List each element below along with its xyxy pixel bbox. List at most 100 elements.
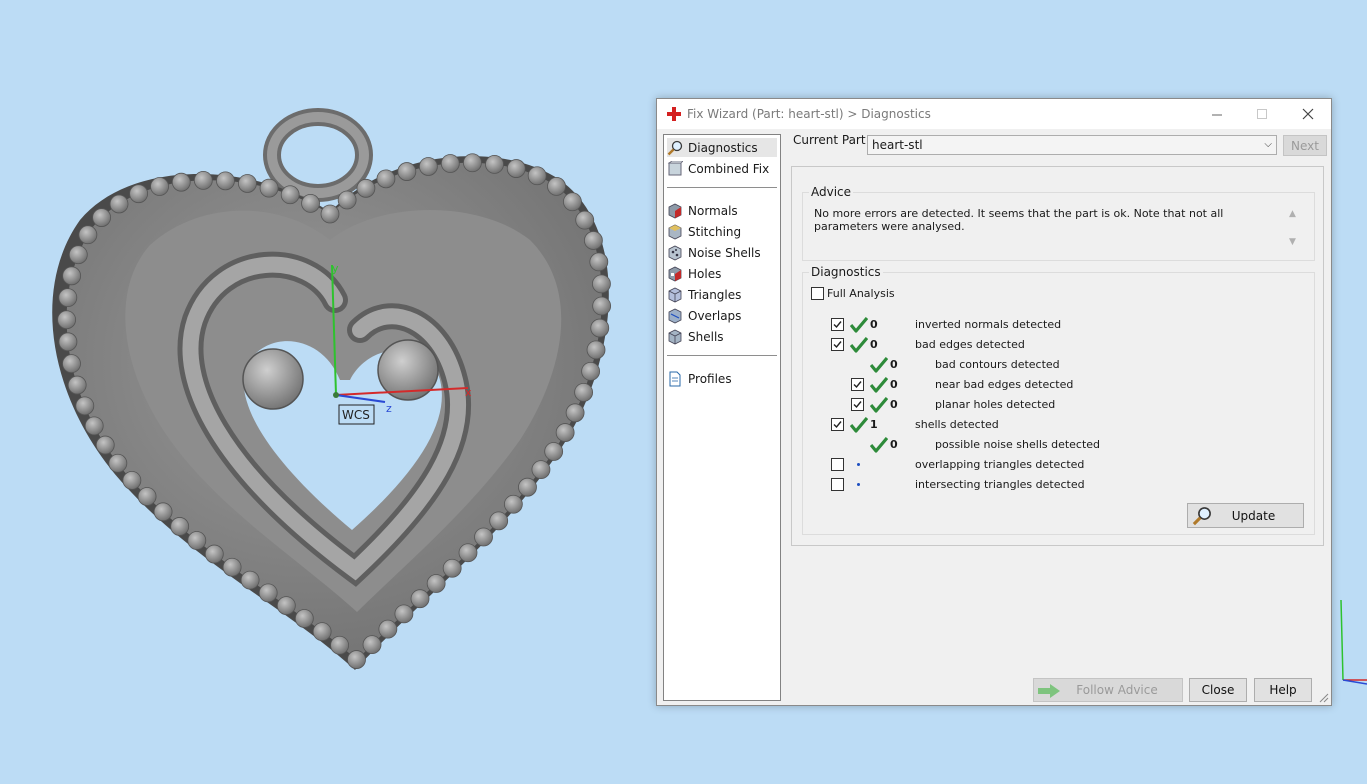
border-bead bbox=[109, 194, 129, 214]
border-bead bbox=[62, 266, 82, 286]
border-bead bbox=[216, 171, 235, 191]
checkmark-icon bbox=[833, 321, 842, 329]
scroll-up-icon[interactable]: ▲ bbox=[1289, 209, 1296, 219]
row-checkbox[interactable] bbox=[831, 478, 844, 491]
border-bead bbox=[442, 558, 462, 578]
sidebar-item-label: Combined Fix bbox=[688, 161, 770, 176]
row-label: intersecting triangles detected bbox=[915, 478, 1085, 491]
row-count: 0 bbox=[890, 398, 898, 411]
border-bead bbox=[590, 318, 610, 338]
row-checkbox[interactable] bbox=[831, 418, 844, 431]
border-bead bbox=[547, 177, 566, 196]
follow-advice-label: Follow Advice bbox=[1076, 683, 1158, 697]
border-bead bbox=[320, 204, 340, 224]
sidebar-divider bbox=[667, 355, 777, 356]
border-bead bbox=[574, 382, 594, 402]
row-checkbox[interactable] bbox=[851, 378, 864, 391]
ok-tick-icon bbox=[850, 417, 868, 433]
profiles-doc-icon bbox=[669, 371, 681, 386]
row-count: 0 bbox=[870, 318, 878, 331]
red-cross-icon bbox=[667, 107, 681, 121]
triangles-cube-icon bbox=[668, 287, 682, 302]
checkmark-icon bbox=[853, 381, 862, 389]
axis-z-label: z bbox=[386, 402, 392, 415]
border-bead bbox=[137, 487, 157, 506]
close-window-button[interactable] bbox=[1285, 99, 1330, 129]
title-bar[interactable]: Fix Wizard (Part: heart-stl) > Diagnosti… bbox=[657, 99, 1331, 129]
border-bead bbox=[418, 157, 438, 176]
resize-grip-icon[interactable] bbox=[1319, 693, 1329, 703]
row-label: near bad edges detected bbox=[935, 378, 1074, 391]
sidebar-item-profiles[interactable]: Profiles bbox=[667, 369, 777, 388]
sidebar-item-label: Overlaps bbox=[688, 308, 742, 323]
follow-advice-button[interactable]: Follow Advice bbox=[1033, 678, 1183, 702]
help-button[interactable]: Help bbox=[1254, 678, 1312, 702]
diagnostics-title: Diagnostics bbox=[809, 265, 883, 279]
advice-title: Advice bbox=[809, 185, 854, 199]
axis-y-label: y bbox=[332, 262, 339, 275]
border-bead bbox=[204, 544, 224, 564]
row-checkbox[interactable] bbox=[831, 338, 844, 351]
current-part-select[interactable]: heart-stl ⌵ bbox=[867, 135, 1277, 155]
wcs-label: WCS bbox=[342, 408, 370, 422]
border-bead bbox=[581, 361, 601, 381]
ok-tick-icon bbox=[870, 437, 888, 453]
border-bead bbox=[592, 296, 612, 316]
holes-cube-icon bbox=[668, 266, 682, 281]
row-label: shells detected bbox=[915, 418, 999, 431]
border-bead bbox=[280, 185, 300, 205]
update-button[interactable]: Update bbox=[1187, 503, 1304, 528]
border-bead bbox=[294, 609, 314, 628]
sidebar-item-stitching[interactable]: Stitching bbox=[667, 222, 777, 241]
fix-wizard-dialog: Fix Wizard (Part: heart-stl) > Diagnosti… bbox=[656, 98, 1332, 706]
close-button[interactable]: Close bbox=[1189, 678, 1247, 702]
border-bead bbox=[474, 527, 493, 547]
checkmark-icon bbox=[833, 341, 842, 349]
heart-model[interactable] bbox=[52, 108, 612, 671]
sidebar-item-combined-fix[interactable]: Combined Fix bbox=[667, 159, 777, 178]
row-count: 1 bbox=[870, 418, 878, 431]
next-button[interactable]: Next bbox=[1283, 135, 1327, 156]
sidebar-item-normals[interactable]: Normals bbox=[667, 201, 777, 220]
border-bead bbox=[67, 375, 87, 395]
sidebar-item-diagnostics[interactable]: Diagnostics bbox=[667, 138, 777, 157]
sidebar-item-shells[interactable]: Shells bbox=[667, 327, 777, 346]
row-checkbox[interactable] bbox=[831, 318, 844, 331]
maximize-button[interactable] bbox=[1240, 99, 1285, 129]
border-bead bbox=[563, 192, 582, 212]
sidebar-item-noise-shells[interactable]: Noise Shells bbox=[667, 243, 777, 262]
row-checkbox[interactable] bbox=[851, 398, 864, 411]
row-count: 0 bbox=[890, 438, 898, 451]
axis-x-label: x bbox=[465, 386, 472, 399]
full-analysis-label: Full Analysis bbox=[827, 287, 895, 300]
sidebar-item-label: Holes bbox=[688, 266, 722, 281]
row-count: 0 bbox=[890, 378, 898, 391]
sidebar-item-label: Shells bbox=[688, 329, 724, 344]
border-bead bbox=[485, 154, 504, 174]
minimize-button[interactable] bbox=[1195, 99, 1240, 129]
current-part-value: heart-stl bbox=[872, 138, 923, 152]
scroll-down-icon[interactable]: ▼ bbox=[1289, 237, 1296, 247]
ok-tick-icon bbox=[870, 357, 888, 373]
border-bead bbox=[362, 635, 382, 655]
full-analysis-checkbox[interactable] bbox=[811, 287, 824, 300]
checkmark-icon bbox=[833, 421, 842, 429]
border-bead bbox=[356, 178, 376, 198]
shells-cube-icon bbox=[668, 329, 682, 344]
border-bead bbox=[592, 274, 611, 294]
sidebar-item-overlaps[interactable]: Overlaps bbox=[667, 306, 777, 325]
sidebar-item-holes[interactable]: Holes bbox=[667, 264, 777, 283]
border-bead bbox=[584, 231, 603, 250]
sidebar-item-triangles[interactable]: Triangles bbox=[667, 285, 777, 304]
border-bead bbox=[58, 332, 78, 352]
border-bead bbox=[506, 159, 526, 178]
border-bead bbox=[58, 288, 78, 308]
border-bead bbox=[589, 252, 609, 272]
row-checkbox[interactable] bbox=[831, 458, 844, 471]
close-icon bbox=[1302, 108, 1313, 120]
border-bead bbox=[378, 619, 398, 639]
border-bead bbox=[575, 210, 595, 230]
border-bead bbox=[565, 403, 585, 423]
border-bead bbox=[75, 396, 95, 416]
sidebar-item-label: Normals bbox=[688, 203, 738, 218]
